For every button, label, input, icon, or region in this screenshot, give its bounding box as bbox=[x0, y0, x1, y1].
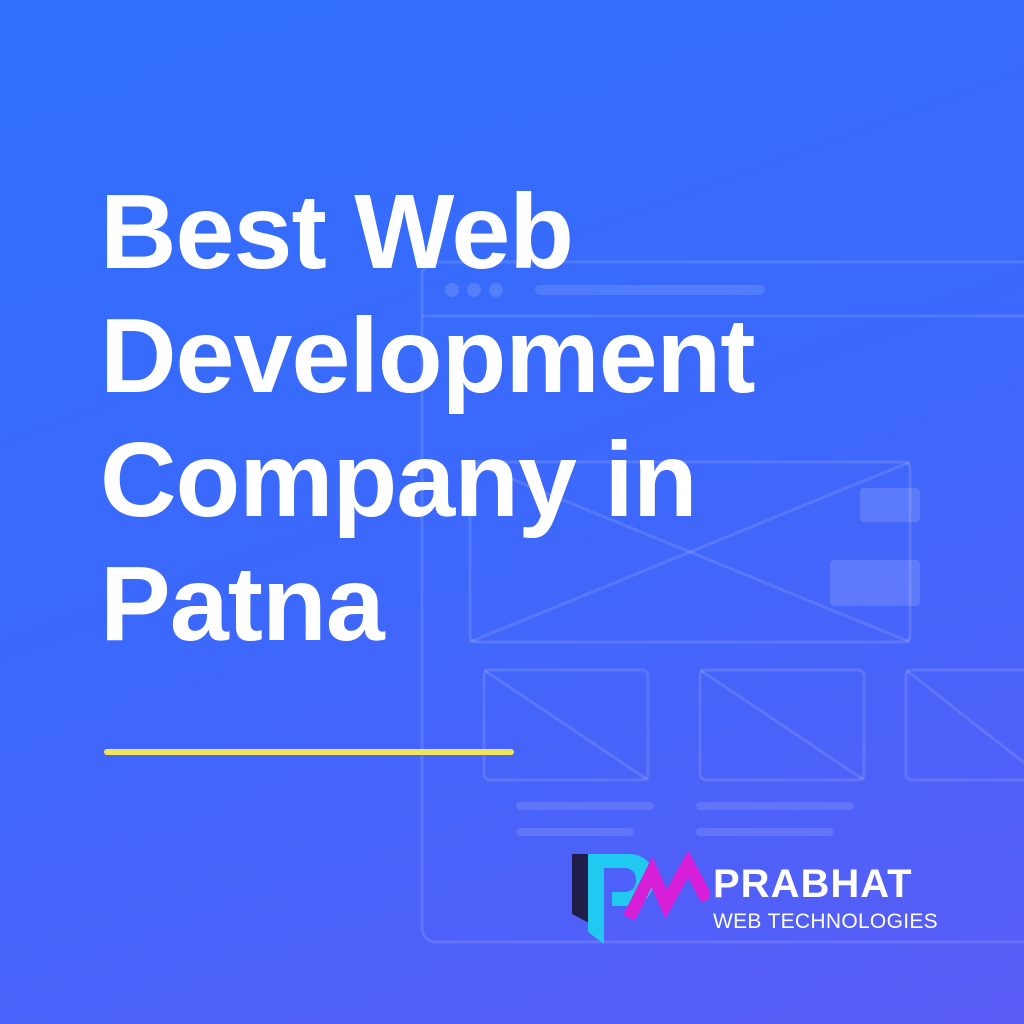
headline-line-1: Best Web bbox=[100, 173, 574, 291]
card-placeholder-2-cross bbox=[699, 668, 865, 782]
card-placeholder-1-cross bbox=[483, 668, 649, 782]
brand-name: PRABHAT bbox=[713, 862, 913, 906]
headline-line-2: Development bbox=[100, 297, 756, 415]
brand-logo: PRABHAT WEB TECHNOLOGIES bbox=[570, 852, 950, 947]
brand-tagline: WEB TECHNOLOGIES bbox=[713, 910, 938, 933]
sidebar-block-2 bbox=[830, 560, 920, 606]
pw-monogram-icon bbox=[572, 852, 710, 944]
card-placeholder-3-cross bbox=[905, 668, 1024, 765]
headline-line-4: Patna bbox=[100, 545, 385, 663]
headline-underline bbox=[104, 749, 514, 755]
headline-line-3: Company in bbox=[100, 421, 698, 539]
headline: Best Web Development Company in Patna bbox=[100, 170, 756, 666]
card-placeholder-3 bbox=[904, 668, 1024, 782]
sidebar-block-1 bbox=[860, 488, 920, 522]
poster: Best Web Development Company in Patna PR… bbox=[0, 0, 1024, 1024]
